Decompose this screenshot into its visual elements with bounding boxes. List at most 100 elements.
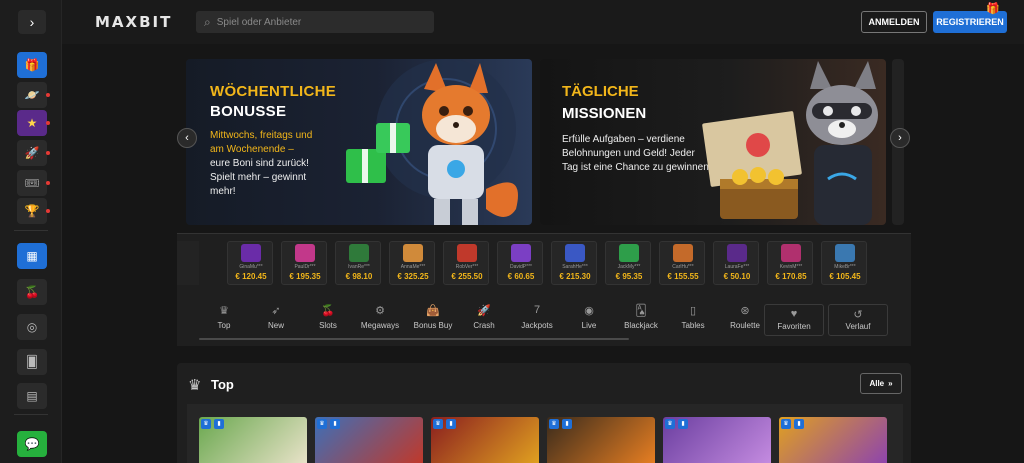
winner-card[interactable]: SarahHe*** € 215.30 — [551, 241, 597, 285]
search-input[interactable] — [216, 16, 417, 28]
recent-winners-strip: GinaMu*** € 120.45 PaulDr*** € 195.35 IvanRe… — [177, 233, 911, 289]
sidebar-item-grid[interactable]: ▦ — [17, 243, 47, 269]
category-jackpots[interactable]: 7 Jackpots — [507, 304, 567, 330]
notification-dot — [46, 151, 50, 155]
game-tile[interactable]: ♛ ▮ — [199, 417, 307, 463]
winner-card[interactable]: LauraFe*** € 50.10 — [713, 241, 759, 285]
category-live[interactable]: ◉ Live — [559, 304, 619, 330]
gift-icon: 🎁 — [24, 58, 40, 72]
raccoon-mascot-image — [702, 61, 878, 225]
category-tables[interactable]: ▯ Tables — [663, 304, 723, 330]
winner-name: PaulDr*** — [294, 264, 316, 270]
star-badge-icon: ★ — [26, 116, 38, 130]
banner-title: MISSIONEN — [562, 105, 647, 122]
sidebar-item-slot-machine[interactable]: ▤ — [17, 383, 47, 409]
winner-name: KevinM*** — [779, 264, 803, 270]
winner-card[interactable]: PaulDr*** € 195.35 — [281, 241, 327, 285]
crown-icon: ♛ — [188, 377, 202, 394]
game-tile[interactable]: ♛ ▮ — [431, 417, 539, 463]
winner-name: GinaMu*** — [239, 264, 263, 270]
winner-card[interactable]: CarlHu*** € 155.55 — [659, 241, 705, 285]
winner-card[interactable]: AnnaMe*** € 325.25 — [389, 241, 435, 285]
sidebar-toggle-button[interactable]: › — [18, 10, 46, 34]
winner-card[interactable]: MikeBr*** € 105.45 — [821, 241, 867, 285]
crash-rocket-icon: 🚀 — [477, 305, 491, 317]
winner-amount: € 255.50 — [451, 272, 483, 281]
category-crash[interactable]: 🚀 Crash — [454, 304, 514, 330]
sidebar-item-star-badge[interactable]: ★ — [17, 110, 50, 136]
category-top[interactable]: ♛ Top — [194, 304, 254, 330]
sidebar-item-gift[interactable]: 🎁 — [17, 52, 47, 78]
cherry-icon: 🍒 — [24, 285, 40, 299]
category-new[interactable]: ➶ New — [246, 304, 306, 330]
top-games-section: ♛ Top Alle » ♛ ▮ ♛ ▮ ♛ ▮ ♛ ▮ ♛ ▮ ♛ ▮ — [177, 363, 911, 463]
banner-title: WÖCHENTLICHE — [210, 83, 337, 100]
category-label: Crash — [473, 321, 495, 330]
category-megaways[interactable]: ⚙ Megaways — [350, 304, 410, 330]
crown-icon: ♛ — [219, 305, 229, 317]
sidebar-item-cards[interactable]: 🂠 — [17, 349, 47, 375]
sidebar-item-chat[interactable]: 💬 — [17, 431, 47, 457]
promo-banner-weekly-bonus[interactable]: WÖCHENTLICHE BONUSSE Mittwochs, freitags… — [186, 59, 532, 225]
winner-amount: € 105.45 — [829, 272, 861, 281]
winner-card[interactable]: GinaMu*** € 120.45 — [227, 241, 273, 285]
chevron-right-icon: › — [29, 14, 35, 30]
banner-text-highlight: Mittwochs, freitags und am Wochenende – — [210, 130, 313, 155]
winner-game-thumbnail — [727, 244, 747, 262]
winner-amount: € 215.30 — [559, 272, 591, 281]
banner-next-button[interactable]: › — [890, 128, 910, 148]
show-all-button[interactable]: Alle » — [860, 373, 902, 394]
sidebar-item-rocket[interactable]: 🚀 — [17, 140, 50, 166]
category-verlauf[interactable]: ↺ Verlauf — [828, 304, 888, 336]
category-favoriten[interactable]: ♥ Favoriten — [764, 304, 824, 336]
sidebar-item-cherry[interactable]: 🍒 — [17, 279, 47, 305]
section-title: Top — [211, 377, 234, 392]
slot-machine-icon: ▤ — [26, 389, 38, 403]
category-scrollbar[interactable] — [199, 338, 629, 340]
winner-amount: € 98.10 — [345, 272, 373, 281]
game-tile[interactable]: ♛ ▮ — [315, 417, 423, 463]
winner-card[interactable]: IvanRe*** € 98.10 — [335, 241, 381, 285]
bonus-badge-icon: ▮ — [214, 419, 224, 429]
search-box[interactable]: ⌕ — [196, 11, 434, 33]
bonus-badge-icon: ▮ — [562, 419, 572, 429]
brand-logo[interactable]: MAXBIT — [95, 13, 172, 31]
chevron-right-icon: › — [898, 132, 902, 144]
promo-banner-daily-missions[interactable]: TÄGLICHE MISSIONEN Erfülle Aufgaben – ve… — [540, 59, 886, 225]
winner-game-thumbnail — [619, 244, 639, 262]
notification-dot — [46, 121, 50, 125]
winner-game-thumbnail — [403, 244, 423, 262]
winner-card[interactable]: KevinM*** € 170.85 — [767, 241, 813, 285]
category-slots[interactable]: 🍒 Slots — [298, 304, 358, 330]
sidebar-item-ticket[interactable]: 🎟 — [17, 170, 50, 196]
winner-card[interactable]: RobVer*** € 255.50 — [443, 241, 489, 285]
heart-icon: ♥ — [790, 308, 798, 320]
sidebar-item-roulette[interactable]: ◎ — [17, 314, 47, 340]
winner-card[interactable]: JackMy*** € 95.35 — [605, 241, 651, 285]
game-tile[interactable]: ♛ ▮ — [547, 417, 655, 463]
category-blackjack[interactable]: 🂡 Blackjack — [611, 304, 671, 330]
login-button[interactable]: ANMELDEN — [861, 11, 927, 33]
games-row: ♛ ▮ ♛ ▮ ♛ ▮ ♛ ▮ ♛ ▮ ♛ ▮ — [187, 404, 903, 463]
banner-prev-button[interactable]: ‹ — [177, 128, 197, 148]
winner-card[interactable]: DavidP*** € 60.65 — [497, 241, 543, 285]
search-icon: ⌕ — [204, 14, 211, 29]
winner-name: JackMy*** — [617, 264, 641, 270]
fox-mascot-image — [346, 59, 518, 225]
crown-badge-icon: ♛ — [317, 419, 327, 429]
sidebar-item-planet[interactable]: 🪐 — [17, 82, 50, 108]
game-tile[interactable]: ♛ ▮ — [663, 417, 771, 463]
category-label: Jackpots — [521, 321, 553, 330]
winner-amount: € 60.65 — [507, 272, 535, 281]
game-tile[interactable]: ♛ ▮ — [779, 417, 887, 463]
winner-game-thumbnail — [565, 244, 585, 262]
winner-game-thumbnail — [781, 244, 801, 262]
double-chevron-right-icon: » — [888, 379, 893, 388]
sidebar-item-trophy[interactable]: 🏆 — [17, 198, 50, 224]
category-label: Megaways — [360, 321, 400, 330]
winner-name: LauraFe*** — [724, 264, 750, 270]
history-icon: ↺ — [853, 309, 863, 321]
winner-amount: € 195.35 — [289, 272, 321, 281]
rocket-icon: ➶ — [271, 305, 281, 317]
category-label: Verlauf — [845, 322, 871, 331]
